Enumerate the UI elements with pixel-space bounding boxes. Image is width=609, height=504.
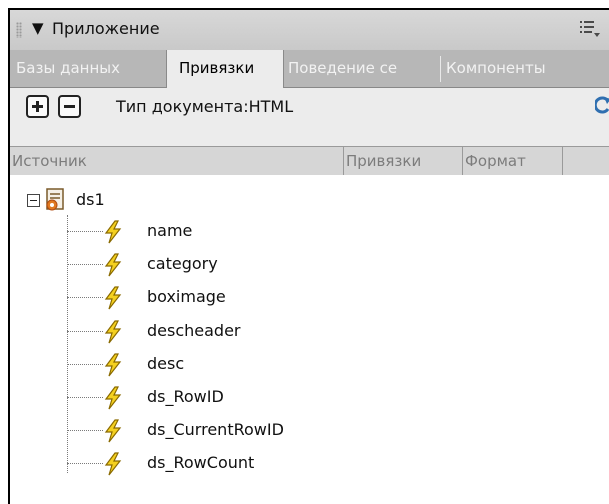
tree-branch-line	[67, 397, 103, 398]
dataset-icon	[46, 188, 64, 211]
bolt-icon	[104, 253, 122, 277]
bolt-icon	[104, 452, 122, 476]
bolt-icon	[104, 419, 122, 443]
remove-binding-button[interactable]	[58, 95, 81, 118]
tree-item[interactable]: ds_RowID	[67, 383, 467, 413]
application-panel: ▼ Приложение Базы данных Привязки Поведе…	[8, 8, 609, 504]
table-header: Источник Привязки Формат	[10, 146, 609, 176]
panel-title-bar[interactable]: ▼ Приложение	[10, 10, 609, 51]
tree-item[interactable]: desc	[67, 350, 467, 380]
tree-branch-line	[67, 297, 103, 299]
column-header-bindings[interactable]: Привязки	[344, 147, 462, 175]
document-type-label: Тип документа:HTML	[116, 97, 294, 116]
tab-components[interactable]: Компоненты	[446, 50, 596, 87]
bolt-icon	[104, 220, 122, 244]
tree-item-label: ds_RowCount	[147, 453, 255, 473]
tab-bar: Базы данных Привязки Поведение се Компон…	[10, 50, 609, 88]
tree-item[interactable]: category	[67, 250, 467, 280]
drag-grip-icon[interactable]	[16, 22, 22, 38]
bolt-icon	[104, 286, 122, 310]
bindings-tree: ds1 name category boximage descheader desc ds…	[10, 175, 609, 504]
column-header-source[interactable]: Источник	[10, 147, 342, 175]
bolt-icon	[104, 353, 122, 377]
tree-item[interactable]: ds_RowCount	[67, 449, 467, 479]
tree-item-label: descheader	[147, 320, 241, 340]
tab-server-behaviors[interactable]: Поведение се	[284, 50, 442, 87]
bindings-toolbar: Тип документа:HTML	[10, 88, 609, 124]
tree-item-label: boximage	[147, 287, 226, 307]
bolt-icon	[104, 386, 122, 410]
tree-item-label: name	[147, 221, 193, 240]
tree-item[interactable]: name	[67, 217, 467, 247]
tree-branch-line	[67, 463, 103, 465]
add-binding-button[interactable]	[26, 95, 49, 118]
tree-item-label: desc	[147, 353, 185, 373]
dataset-label[interactable]: ds1	[76, 190, 105, 209]
tree-item-label: category	[147, 254, 218, 274]
tree-branch-line	[67, 330, 103, 332]
tab-separator	[440, 56, 441, 82]
tree-item-label: ds_CurrentRowID	[147, 420, 284, 440]
tree-item-label: ds_RowID	[147, 387, 224, 406]
panel-title: Приложение	[52, 19, 160, 38]
tree-item[interactable]: descheader	[67, 317, 467, 347]
collapse-arrow-icon[interactable]: ▼	[32, 19, 44, 37]
tree-branch-line	[67, 231, 103, 232]
tab-bindings[interactable]: Привязки	[166, 50, 284, 88]
column-header-format[interactable]: Формат	[463, 147, 565, 175]
tree-item[interactable]: boximage	[67, 283, 467, 313]
minus-icon	[64, 105, 75, 108]
tree-item[interactable]: ds_CurrentRowID	[67, 416, 467, 446]
panel-options-menu-icon[interactable]	[578, 18, 602, 40]
bolt-icon	[104, 319, 122, 343]
tree-branch-line	[67, 363, 103, 365]
tree-branch-line	[67, 264, 103, 266]
tree-branch-line	[67, 430, 103, 432]
refresh-icon[interactable]	[595, 95, 609, 115]
collapse-toggle-icon[interactable]	[27, 194, 40, 207]
tab-databases[interactable]: Базы данных	[16, 50, 166, 87]
